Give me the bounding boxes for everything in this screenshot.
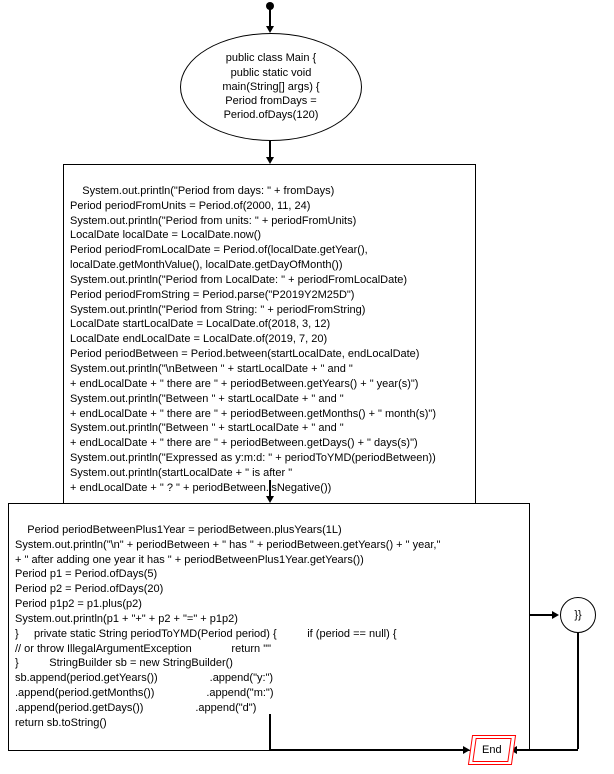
start-node: public class Main { public static void m… bbox=[180, 33, 362, 141]
arrow-side-to-end-v bbox=[577, 633, 579, 749]
side-brace-node: }} bbox=[560, 597, 596, 633]
arrow-block2-to-end-v bbox=[269, 714, 271, 750]
arrowhead-3 bbox=[266, 496, 274, 503]
arrowhead-5 bbox=[552, 611, 559, 619]
end-node: End bbox=[470, 735, 514, 765]
code-block-1-text: System.out.println("Period from days: " … bbox=[70, 185, 436, 494]
flowchart-container: public class Main { public static void m… bbox=[0, 0, 614, 774]
arrowhead-1 bbox=[266, 26, 274, 33]
end-node-text: End bbox=[482, 744, 502, 756]
arrow-block2-to-end-h bbox=[269, 749, 465, 751]
arrowhead-2 bbox=[266, 157, 274, 164]
start-node-text: public class Main { public static void m… bbox=[222, 51, 319, 122]
code-block-2-text: Period periodBetweenPlus1Year = periodBe… bbox=[15, 524, 440, 729]
arrow-block2-to-side bbox=[530, 614, 554, 616]
arrow-start-to-ellipse bbox=[269, 8, 271, 28]
code-block-1: System.out.println("Period from days: " … bbox=[63, 164, 476, 515]
arrow-side-to-end-h bbox=[516, 749, 578, 751]
side-brace-text: }} bbox=[574, 609, 581, 621]
end-inner: End bbox=[472, 738, 511, 762]
